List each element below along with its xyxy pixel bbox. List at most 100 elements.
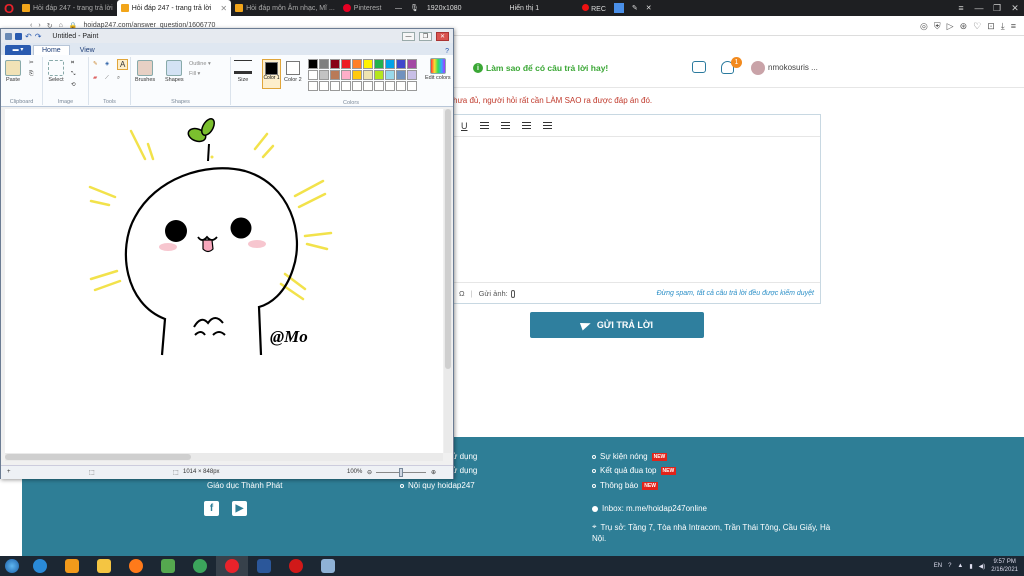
- color-swatch[interactable]: [396, 70, 406, 80]
- color-swatch[interactable]: [308, 81, 318, 91]
- brushes-button[interactable]: Brushes: [135, 60, 155, 83]
- facebook-icon[interactable]: f: [204, 501, 219, 516]
- color-swatch[interactable]: [363, 70, 373, 80]
- redo-icon[interactable]: ↷: [35, 32, 42, 41]
- color-swatch[interactable]: [352, 59, 362, 69]
- copy-icon[interactable]: ⎘: [29, 71, 33, 78]
- footer-link[interactable]: ử dụng: [452, 452, 477, 461]
- help-tray-icon[interactable]: ?: [948, 563, 951, 569]
- size-button[interactable]: Size: [234, 60, 252, 83]
- color-swatch[interactable]: [330, 81, 340, 91]
- taskbar-app-word[interactable]: [248, 556, 280, 576]
- zoom-in-icon[interactable]: ⊕: [431, 469, 436, 476]
- color-swatch[interactable]: [308, 70, 318, 80]
- zoom-slider-knob[interactable]: [399, 468, 403, 477]
- show-hidden-icon[interactable]: ▲: [957, 563, 963, 569]
- color-swatch[interactable]: [407, 81, 417, 91]
- taskbar-app-file-explorer[interactable]: [88, 556, 120, 576]
- color-swatch[interactable]: [341, 59, 351, 69]
- taskbar-app-media-player[interactable]: [56, 556, 88, 576]
- browser-tab[interactable]: Hỏi đáp môn Âm nhạc, Mĩ ...: [231, 0, 339, 16]
- avatar[interactable]: [751, 61, 765, 75]
- color-swatch[interactable]: [330, 70, 340, 80]
- rules-link[interactable]: Nội quy hoidap247: [400, 481, 475, 490]
- restore-icon[interactable]: ❐: [988, 0, 1006, 16]
- volume-icon[interactable]: ◀): [979, 563, 986, 570]
- outline-dropdown[interactable]: Outline ▾: [189, 61, 211, 67]
- color-swatch[interactable]: [374, 59, 384, 69]
- attach-icon[interactable]: [510, 289, 515, 298]
- mic-icon[interactable]: 🎙: [410, 4, 419, 12]
- tab-view[interactable]: View: [72, 46, 103, 55]
- menu-icon[interactable]: ≡: [1011, 21, 1016, 31]
- rotate-icon[interactable]: ⟲: [71, 82, 76, 88]
- display-label[interactable]: Hiển thị 1: [510, 5, 540, 12]
- color-swatch[interactable]: [352, 81, 362, 91]
- shapes-button[interactable]: Shapes: [165, 60, 184, 83]
- color-swatch[interactable]: [385, 81, 395, 91]
- language-indicator[interactable]: EN: [934, 563, 942, 569]
- close-window-icon[interactable]: ✕: [1006, 0, 1024, 16]
- color-swatch[interactable]: [385, 59, 395, 69]
- tab-home[interactable]: Home: [33, 45, 70, 55]
- submit-answer-button[interactable]: GỬI TRẢ LỜI: [530, 312, 704, 338]
- select-button[interactable]: Select: [48, 60, 64, 83]
- edit-colors-button[interactable]: Edit colors: [425, 58, 451, 81]
- color-swatch[interactable]: [374, 70, 384, 80]
- color-swatch[interactable]: [396, 81, 406, 91]
- paint-canvas[interactable]: @Mo: [5, 109, 443, 453]
- snapshot-icon[interactable]: ⊡: [987, 21, 995, 32]
- canvas-vertical-scrollbar[interactable]: [444, 109, 452, 453]
- browser-tab[interactable]: Pinterest: [339, 0, 386, 16]
- color-swatch[interactable]: [363, 81, 373, 91]
- color2-button[interactable]: [286, 61, 300, 75]
- taskbar-app-internet-explorer[interactable]: [24, 556, 56, 576]
- close-recorder-icon[interactable]: ✕: [646, 4, 652, 12]
- fill-dropdown[interactable]: Fill ▾: [189, 71, 200, 77]
- align-center-icon[interactable]: [500, 122, 510, 129]
- opera-menu-icon[interactable]: O: [0, 0, 18, 16]
- start-button[interactable]: [0, 556, 24, 576]
- taskbar-app-utility[interactable]: [152, 556, 184, 576]
- crop-icon[interactable]: ⌗: [71, 60, 74, 67]
- camera-icon[interactable]: ◎: [920, 21, 928, 32]
- color-swatch[interactable]: [319, 59, 329, 69]
- text-tool-icon[interactable]: A: [117, 59, 129, 70]
- screen-select-icon[interactable]: [613, 3, 624, 13]
- color-swatch[interactable]: [407, 59, 417, 69]
- send-icon[interactable]: ▷: [947, 21, 954, 32]
- taskbar-app-recorder[interactable]: [280, 556, 312, 576]
- paint-restore-icon[interactable]: ❐: [419, 31, 432, 41]
- taskbar-app-paint[interactable]: [312, 556, 344, 576]
- network-icon[interactable]: ▮: [969, 563, 972, 570]
- clock[interactable]: 9:57 PM 2/16/2021: [991, 558, 1018, 574]
- save-icon[interactable]: [15, 32, 22, 40]
- color-swatch[interactable]: [374, 81, 384, 91]
- color-swatch[interactable]: [319, 81, 329, 91]
- color-swatch[interactable]: [341, 81, 351, 91]
- browser-tab[interactable]: Hỏi đáp 247 - trang trả lời: [18, 0, 117, 16]
- browser-tab-active[interactable]: Hỏi đáp 247 - trang trả lời ✕: [116, 0, 232, 16]
- taskbar-app-firefox[interactable]: [120, 556, 152, 576]
- announcements-link[interactable]: Thông báo NEW: [592, 481, 658, 490]
- username[interactable]: nmokosuris ...: [768, 63, 818, 72]
- paint-close-icon[interactable]: ✕: [436, 31, 449, 41]
- extension-icon[interactable]: ⊛: [960, 21, 968, 32]
- extensions-icon[interactable]: ≡: [952, 0, 970, 16]
- answer-tip-link[interactable]: i Làm sao để có câu trả lời hay!: [473, 63, 608, 73]
- inbox-link[interactable]: Inbox: m.me/hoidap247online: [592, 504, 707, 513]
- undo-icon[interactable]: ↶: [25, 32, 32, 41]
- fill-icon[interactable]: ◈: [105, 61, 109, 67]
- help-icon[interactable]: ?: [445, 48, 449, 55]
- cut-icon[interactable]: ✂: [29, 60, 34, 66]
- align-right-icon[interactable]: [521, 122, 531, 129]
- color-picker-icon[interactable]: ⟋: [105, 75, 109, 82]
- pen-icon[interactable]: ✎: [632, 4, 638, 12]
- minimize-icon[interactable]: —: [970, 0, 988, 16]
- eraser-icon[interactable]: ▰: [93, 75, 97, 81]
- color-swatch[interactable]: [407, 70, 417, 80]
- close-tab-icon[interactable]: ✕: [220, 4, 227, 13]
- color-swatch[interactable]: [396, 59, 406, 69]
- color-swatch[interactable]: [308, 59, 318, 69]
- color-swatch[interactable]: [352, 70, 362, 80]
